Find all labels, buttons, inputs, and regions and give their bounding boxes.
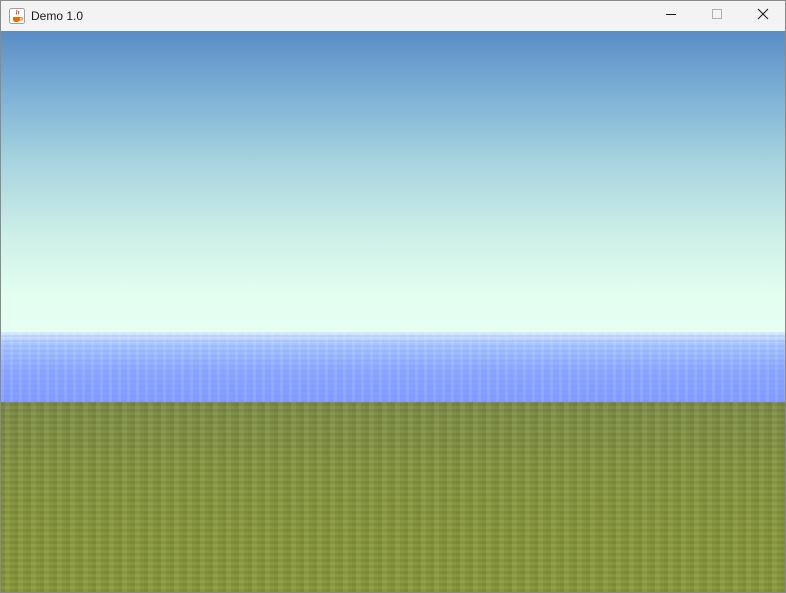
close-button[interactable]	[740, 1, 785, 31]
game-viewport[interactable]	[1, 31, 785, 592]
title-bar[interactable]: Demo 1.0	[1, 1, 785, 31]
minimize-button[interactable]	[648, 1, 694, 31]
java-cup-icon	[9, 8, 25, 24]
grass-terrain	[1, 402, 785, 592]
sky	[1, 31, 785, 332]
water-plane	[1, 332, 785, 402]
maximize-button[interactable]	[694, 1, 740, 31]
close-icon	[757, 7, 769, 25]
minimize-icon	[665, 7, 677, 25]
window-title: Demo 1.0	[31, 9, 84, 23]
maximize-icon	[711, 7, 723, 25]
app-window: Demo 1.0	[0, 0, 786, 593]
